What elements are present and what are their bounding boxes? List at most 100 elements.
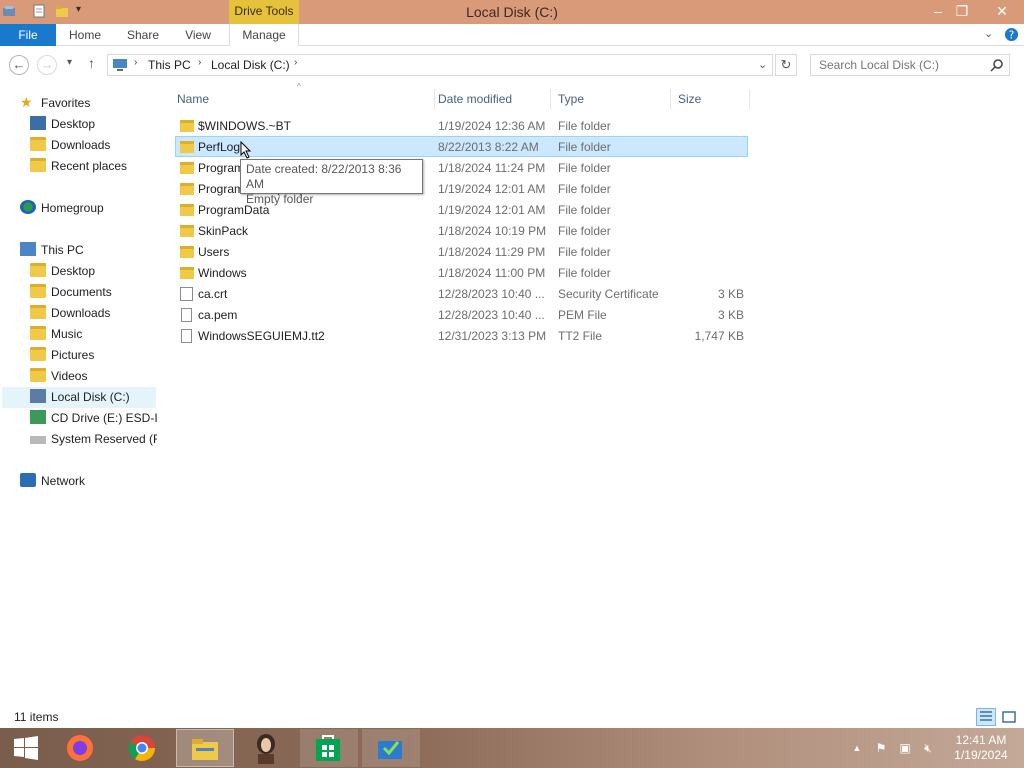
taskbar-store[interactable] [300,729,358,767]
column-header-date[interactable]: Date modified [438,89,551,109]
folder-icon [180,120,194,132]
firefox-icon [67,735,93,761]
nav-favorites-desktop[interactable]: Desktop [30,114,155,135]
network-status-icon[interactable]: ▣ [897,740,913,756]
drive-icon [30,389,46,404]
details-view-button[interactable] [976,708,996,726]
nav-downloads[interactable]: Downloads [30,303,155,324]
mouse-cursor-icon [240,141,252,159]
file-row[interactable]: Users 1/18/2024 11:29 PM File folder [175,241,748,262]
tab-manage[interactable]: Manage [229,24,299,46]
folder-tooltip: Date created: 8/22/2013 8:36 AM Empty fo… [240,159,423,206]
star-icon: ★ [20,93,33,110]
computer-icon [113,59,127,71]
network-icon [20,473,36,488]
breadcrumb-this-pc[interactable]: This PC [148,58,191,72]
nav-music[interactable]: Music [30,324,155,345]
breadcrumb-separator-icon[interactable]: › [198,57,201,68]
taskbar-chrome[interactable] [114,729,172,767]
up-button[interactable]: ↑ [88,55,95,71]
address-row: ← → ▾ ↑ › This PC › Local Disk (C:) › ⌄ … [0,47,1024,83]
column-header-type[interactable]: Type [558,89,671,109]
breadcrumb-local-disk[interactable]: Local Disk (C:) [211,58,290,72]
item-count: 11 items [14,710,59,724]
nav-homegroup[interactable]: Homegroup [20,198,150,219]
close-button[interactable]: ✕ [988,0,1016,22]
desktop-icon [30,116,46,131]
expand-ribbon-icon[interactable]: ⌄ [984,27,993,40]
tab-home[interactable]: Home [62,24,108,46]
taskbar-installer[interactable] [362,729,420,767]
tab-view[interactable]: View [178,24,218,46]
nav-documents[interactable]: Documents [30,282,155,303]
taskbar-clock[interactable]: 12:41 AM 1/19/2024 [948,733,1014,763]
sort-ascending-icon: ^ [297,82,301,91]
column-header-size[interactable]: Size [678,89,750,109]
title-bar: ▾ Drive Tools Local Disk (C:) – ❐ ✕ [0,0,1024,24]
action-center-flag-icon[interactable]: ⚑ [873,740,889,756]
column-header-name[interactable]: Name [177,89,435,109]
start-button[interactable] [0,729,58,767]
nav-local-disk[interactable]: Local Disk (C:) [2,387,156,408]
folder-icon [180,141,194,153]
tab-file[interactable]: File [0,24,56,46]
file-row[interactable]: WindowsSEGUIEMJ.tt2 12/31/2023 3:13 PM TT2… [175,325,748,346]
tab-share[interactable]: Share [120,24,166,46]
forward-button[interactable]: → [37,55,57,75]
portrait-app-icon [257,734,275,764]
nav-pictures[interactable]: Pictures [30,345,155,366]
tooltip-date-created: Date created: 8/22/2013 8:36 AM [246,162,402,191]
search-icon[interactable] [990,58,1004,72]
back-button[interactable]: ← [9,55,29,75]
large-icons-view-button[interactable] [999,708,1019,726]
clock-date: 1/19/2024 [954,748,1008,762]
file-row[interactable]: SkinPack 1/18/2024 10:19 PM File folder [175,220,748,241]
file-explorer-icon [192,739,218,760]
nav-videos[interactable]: Videos [30,366,155,387]
downloads-folder-icon [30,137,46,152]
computer-icon [20,242,36,257]
folder-icon [180,162,194,174]
address-bar[interactable]: › This PC › Local Disk (C:) › ⌄ [107,54,773,76]
installer-icon [378,741,402,759]
nav-recent-places[interactable]: Recent places [30,156,155,177]
folder-icon [30,347,46,362]
file-row[interactable]: ca.pem 12/28/2023 10:40 ... PEM File 3 KB [175,304,748,325]
help-icon[interactable]: ? [1004,27,1019,42]
refresh-button[interactable]: ↻ [775,54,797,76]
volume-muted-icon[interactable]: 🔇︎ [920,740,936,756]
clock-time: 12:41 AM [955,733,1007,747]
recent-locations-icon[interactable]: ▾ [67,57,72,68]
nav-favorites-downloads[interactable]: Downloads [30,135,155,156]
breadcrumb-separator-icon[interactable]: › [294,57,297,68]
show-hidden-icons-icon[interactable]: ▲ [849,740,865,756]
nav-cd-drive[interactable]: CD Drive (E:) ESD-ISO [30,408,157,429]
taskbar-file-explorer[interactable] [176,729,234,767]
homegroup-icon [20,200,36,215]
nav-desktop[interactable]: Desktop [30,261,155,282]
recent-places-icon [30,158,46,173]
nav-system-reserved[interactable]: System Reserved (F:) [30,429,157,450]
navigation-pane: ★ Favorites Desktop Downloads Recent plac… [0,85,158,705]
restore-button[interactable]: ❐ [948,0,976,22]
file-row[interactable]: $WINDOWS.~BT 1/19/2024 12:36 AM File folde… [175,115,748,136]
file-row[interactable]: ca.crt 12/28/2023 10:40 ... Security Certi… [175,283,748,304]
file-row-selected[interactable]: PerfLogs 8/22/2013 8:22 AM File folder [175,136,748,157]
ribbon-tabs: File Home Share View Manage ⌄ ? [0,24,1024,46]
taskbar-firefox[interactable] [52,729,110,767]
large-icons-view-icon [1002,711,1016,723]
breadcrumb-separator-icon[interactable]: › [134,57,137,68]
nav-network[interactable]: Network [20,471,150,492]
folder-icon [180,267,194,279]
tooltip-empty-folder: Empty folder [246,192,314,206]
taskbar-portrait-app[interactable] [238,729,296,767]
folder-icon [180,246,194,258]
nav-this-pc[interactable]: This PC [20,240,150,261]
folder-icon [180,225,194,237]
search-input[interactable] [810,54,1010,76]
folder-icon [180,204,194,216]
address-dropdown-icon[interactable]: ⌄ [758,58,767,71]
file-row[interactable]: Windows 1/18/2024 11:00 PM File folder [175,262,748,283]
nav-favorites[interactable]: ★ Favorites [20,93,150,114]
svg-text:?: ? [1009,29,1014,41]
